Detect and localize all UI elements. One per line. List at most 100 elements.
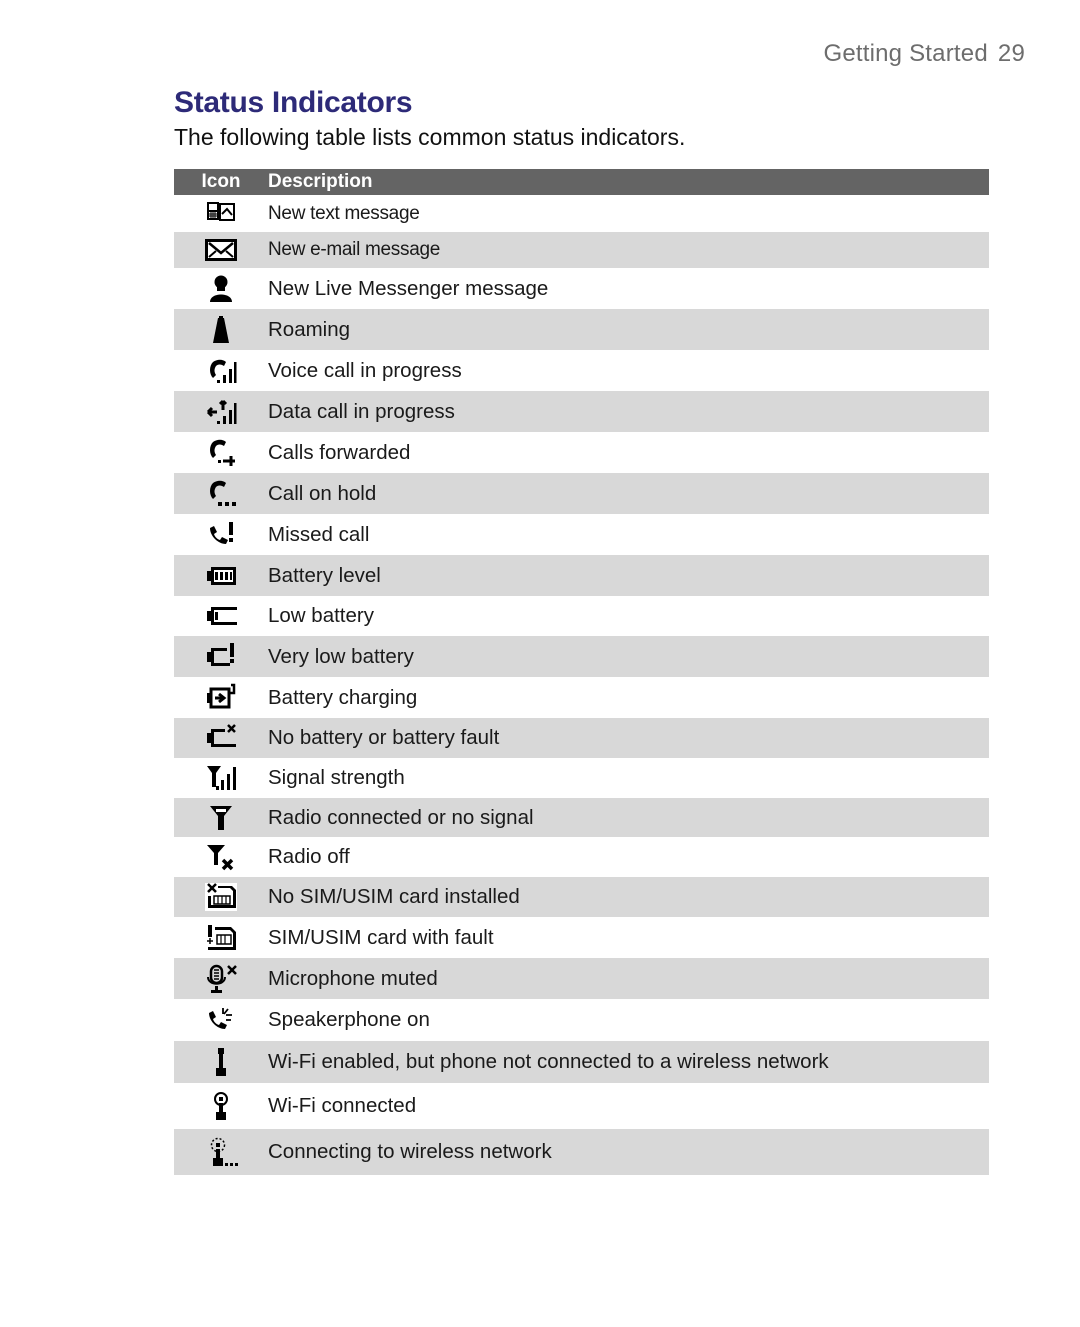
description-cell: Connecting to wireless network (268, 1140, 552, 1163)
icon-cell (174, 923, 268, 953)
table-row: SIM/USIM card with fault (174, 917, 989, 958)
description-cell: New Live Messenger message (268, 276, 549, 300)
very-low-battery-icon (207, 642, 234, 666)
icon-cell (174, 315, 268, 345)
table-row: Signal strength (174, 758, 989, 798)
table-body: New text message New e-mail message New Li… (174, 195, 989, 1175)
table-row: Low battery (174, 596, 989, 636)
description-cell: Signal strength (268, 766, 405, 789)
icon-cell (174, 1137, 268, 1167)
table-row: Wi-Fi enabled, but phone not connected t… (174, 1041, 989, 1083)
table-row: New Live Messenger message (174, 268, 989, 309)
table-row: Wi-Fi connected (174, 1083, 989, 1129)
wifi-enabled-icon (216, 1048, 226, 1076)
description-cell: Roaming (268, 317, 351, 341)
signal-strength-icon (207, 766, 236, 790)
description-cell: Wi-Fi connected (268, 1094, 417, 1117)
table-row: Microphone muted (174, 958, 989, 999)
live-messenger-icon (210, 275, 232, 302)
radio-no-signal-icon (210, 805, 232, 830)
table-row: Missed call (174, 514, 989, 555)
description-cell: Very low battery (268, 644, 414, 668)
table-row: Calls forwarded (174, 432, 989, 473)
table-row: Battery level (174, 555, 989, 596)
description-cell: No SIM/USIM card installed (268, 885, 520, 908)
new-text-message-icon (207, 201, 235, 221)
new-email-icon (205, 239, 237, 261)
section-name: Getting Started (823, 40, 988, 67)
voice-call-icon (210, 359, 237, 383)
description-cell: Battery charging (268, 685, 418, 709)
icon-cell (174, 1005, 268, 1035)
intro-text: The following table lists common status … (174, 124, 686, 150)
table-header: Icon Description (174, 169, 989, 195)
table-row: Speakerphone on (174, 999, 989, 1041)
column-header-description: Description (268, 171, 373, 192)
page-title: Status Indicators (174, 86, 413, 119)
icon-cell (174, 763, 268, 793)
table-row: Data call in progress (174, 391, 989, 432)
battery-level-icon (207, 566, 236, 585)
call-on-hold-icon (210, 480, 236, 506)
description-cell: Microphone muted (268, 966, 438, 990)
icon-cell (174, 642, 268, 672)
icon-cell (174, 235, 268, 265)
table-row: New text message (174, 195, 989, 232)
description-cell: No battery or battery fault (268, 726, 500, 749)
icon-cell (174, 438, 268, 468)
table-row: Radio connected or no signal (174, 798, 989, 837)
sim-fault-icon (207, 924, 236, 950)
table-row: Very low battery (174, 636, 989, 677)
description-cell: Radio off (268, 845, 350, 868)
icon-cell (174, 199, 268, 229)
table-row: Connecting to wireless network (174, 1129, 989, 1175)
no-sim-icon (205, 883, 237, 911)
low-battery-icon (207, 607, 237, 625)
description-cell: Call on hold (268, 481, 377, 505)
icon-cell (174, 479, 268, 509)
microphone-muted-icon (207, 964, 237, 993)
icon-cell (174, 520, 268, 550)
table-row: No battery or battery fault (174, 718, 989, 758)
description-cell: New e-mail message (268, 239, 440, 260)
icon-cell (174, 723, 268, 753)
description-cell: Wi-Fi enabled, but phone not connected t… (268, 1050, 829, 1073)
table-row: Voice call in progress (174, 350, 989, 391)
description-cell: Calls forwarded (268, 440, 411, 464)
column-header-icon: Icon (201, 171, 241, 192)
icon-cell (174, 397, 268, 427)
speakerphone-icon (209, 1008, 232, 1029)
icon-cell (174, 1091, 268, 1121)
description-cell: New text message (268, 202, 420, 224)
missed-call-icon (210, 521, 233, 544)
wifi-connecting-icon (210, 1137, 238, 1166)
no-battery-icon (207, 724, 236, 747)
table-row: Radio off (174, 837, 989, 877)
icon-cell (174, 683, 268, 713)
icon-cell (174, 561, 268, 591)
icon-cell (174, 803, 268, 833)
description-cell: Missed call (268, 522, 370, 546)
description-cell: SIM/USIM card with fault (268, 925, 494, 949)
icon-cell (174, 1047, 268, 1077)
description-cell: Speakerphone on (268, 1008, 430, 1031)
wifi-connected-icon (214, 1092, 228, 1120)
icon-cell (174, 601, 268, 631)
icon-cell (174, 842, 268, 872)
status-indicators-table: Icon Description New text message New e-m… (174, 169, 989, 1175)
table-row: Call on hold (174, 473, 989, 514)
description-cell: Battery level (268, 563, 381, 587)
description-cell: Radio connected or no signal (268, 805, 534, 829)
description-cell: Voice call in progress (268, 358, 462, 382)
calls-forwarded-icon (210, 439, 235, 466)
roaming-icon (213, 315, 229, 343)
data-call-icon (206, 399, 237, 424)
battery-charging-icon (207, 683, 236, 708)
running-head: Getting Started 29 (823, 40, 1025, 68)
icon-cell (174, 964, 268, 994)
icon-cell (174, 356, 268, 386)
description-cell: Low battery (268, 604, 374, 627)
table-row: New e-mail message (174, 232, 989, 268)
icon-cell (174, 274, 268, 304)
table-row: Battery charging (174, 677, 989, 718)
